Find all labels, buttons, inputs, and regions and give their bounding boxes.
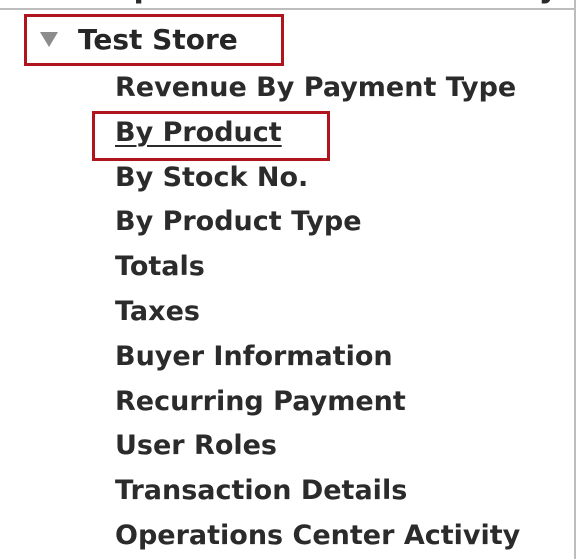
- report-item-transaction-details[interactable]: Transaction Details: [115, 469, 520, 514]
- report-item-user-roles[interactable]: User Roles: [115, 424, 520, 469]
- store-highlight-box: [24, 14, 284, 66]
- report-item-by-stock-no[interactable]: By Stock No.: [115, 156, 520, 201]
- panel-top-border: [0, 8, 576, 10]
- report-item-recurring-payment[interactable]: Recurring Payment: [115, 380, 520, 425]
- report-item-totals[interactable]: Totals: [115, 245, 520, 290]
- report-item-buyer-information[interactable]: Buyer Information: [115, 335, 520, 380]
- report-tree-panel: Operations Center Activity Test Store Re…: [0, 0, 576, 559]
- clipped-previous-item: Operations Center Activity: [108, 0, 558, 5]
- report-item-revenue-by-payment-type[interactable]: Revenue By Payment Type: [115, 66, 520, 111]
- report-item-operations-center-activity[interactable]: Operations Center Activity: [115, 514, 520, 559]
- by-product-highlight-box: [92, 111, 330, 161]
- report-item-by-product-type[interactable]: By Product Type: [115, 200, 520, 245]
- report-item-taxes[interactable]: Taxes: [115, 290, 520, 335]
